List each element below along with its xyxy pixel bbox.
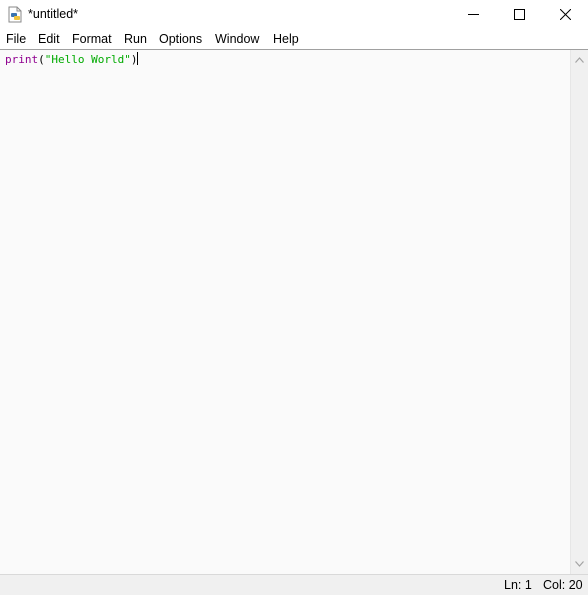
title-bar: *untitled* — [0, 0, 588, 29]
menu-window[interactable]: Window — [215, 32, 259, 46]
close-button[interactable] — [542, 0, 588, 29]
scroll-up-icon[interactable] — [575, 57, 584, 63]
status-line: Ln: 1 — [504, 578, 532, 592]
text-caret — [137, 52, 139, 65]
vertical-scrollbar[interactable] — [570, 50, 588, 574]
maximize-icon — [513, 9, 525, 20]
menu-help[interactable]: Help — [273, 32, 299, 46]
menu-options[interactable]: Options — [159, 32, 202, 46]
code-string: "Hello World" — [44, 53, 131, 66]
close-icon — [559, 9, 571, 20]
code-open-paren: ( — [38, 53, 45, 66]
python-idle-icon — [7, 6, 23, 23]
scroll-down-icon[interactable] — [575, 561, 584, 567]
code-builtin: print — [5, 53, 39, 66]
status-bar: Ln: 1 Col: 20 — [0, 574, 588, 595]
minimize-button[interactable] — [450, 0, 496, 29]
code-line: print("Hello World") — [5, 52, 139, 67]
maximize-button[interactable] — [496, 0, 542, 29]
menu-run[interactable]: Run — [124, 32, 147, 46]
window-title: *untitled* — [28, 7, 79, 21]
menu-file[interactable]: File — [6, 32, 26, 46]
status-column: Col: 20 — [543, 578, 583, 592]
minimize-icon — [467, 14, 479, 15]
code-close-paren: ) — [130, 53, 138, 66]
menu-edit[interactable]: Edit — [38, 32, 60, 46]
menu-format[interactable]: Format — [72, 32, 112, 46]
menu-bar: File Edit Format Run Options Window Help — [0, 29, 588, 49]
code-editor[interactable]: print("Hello World") — [0, 50, 570, 574]
